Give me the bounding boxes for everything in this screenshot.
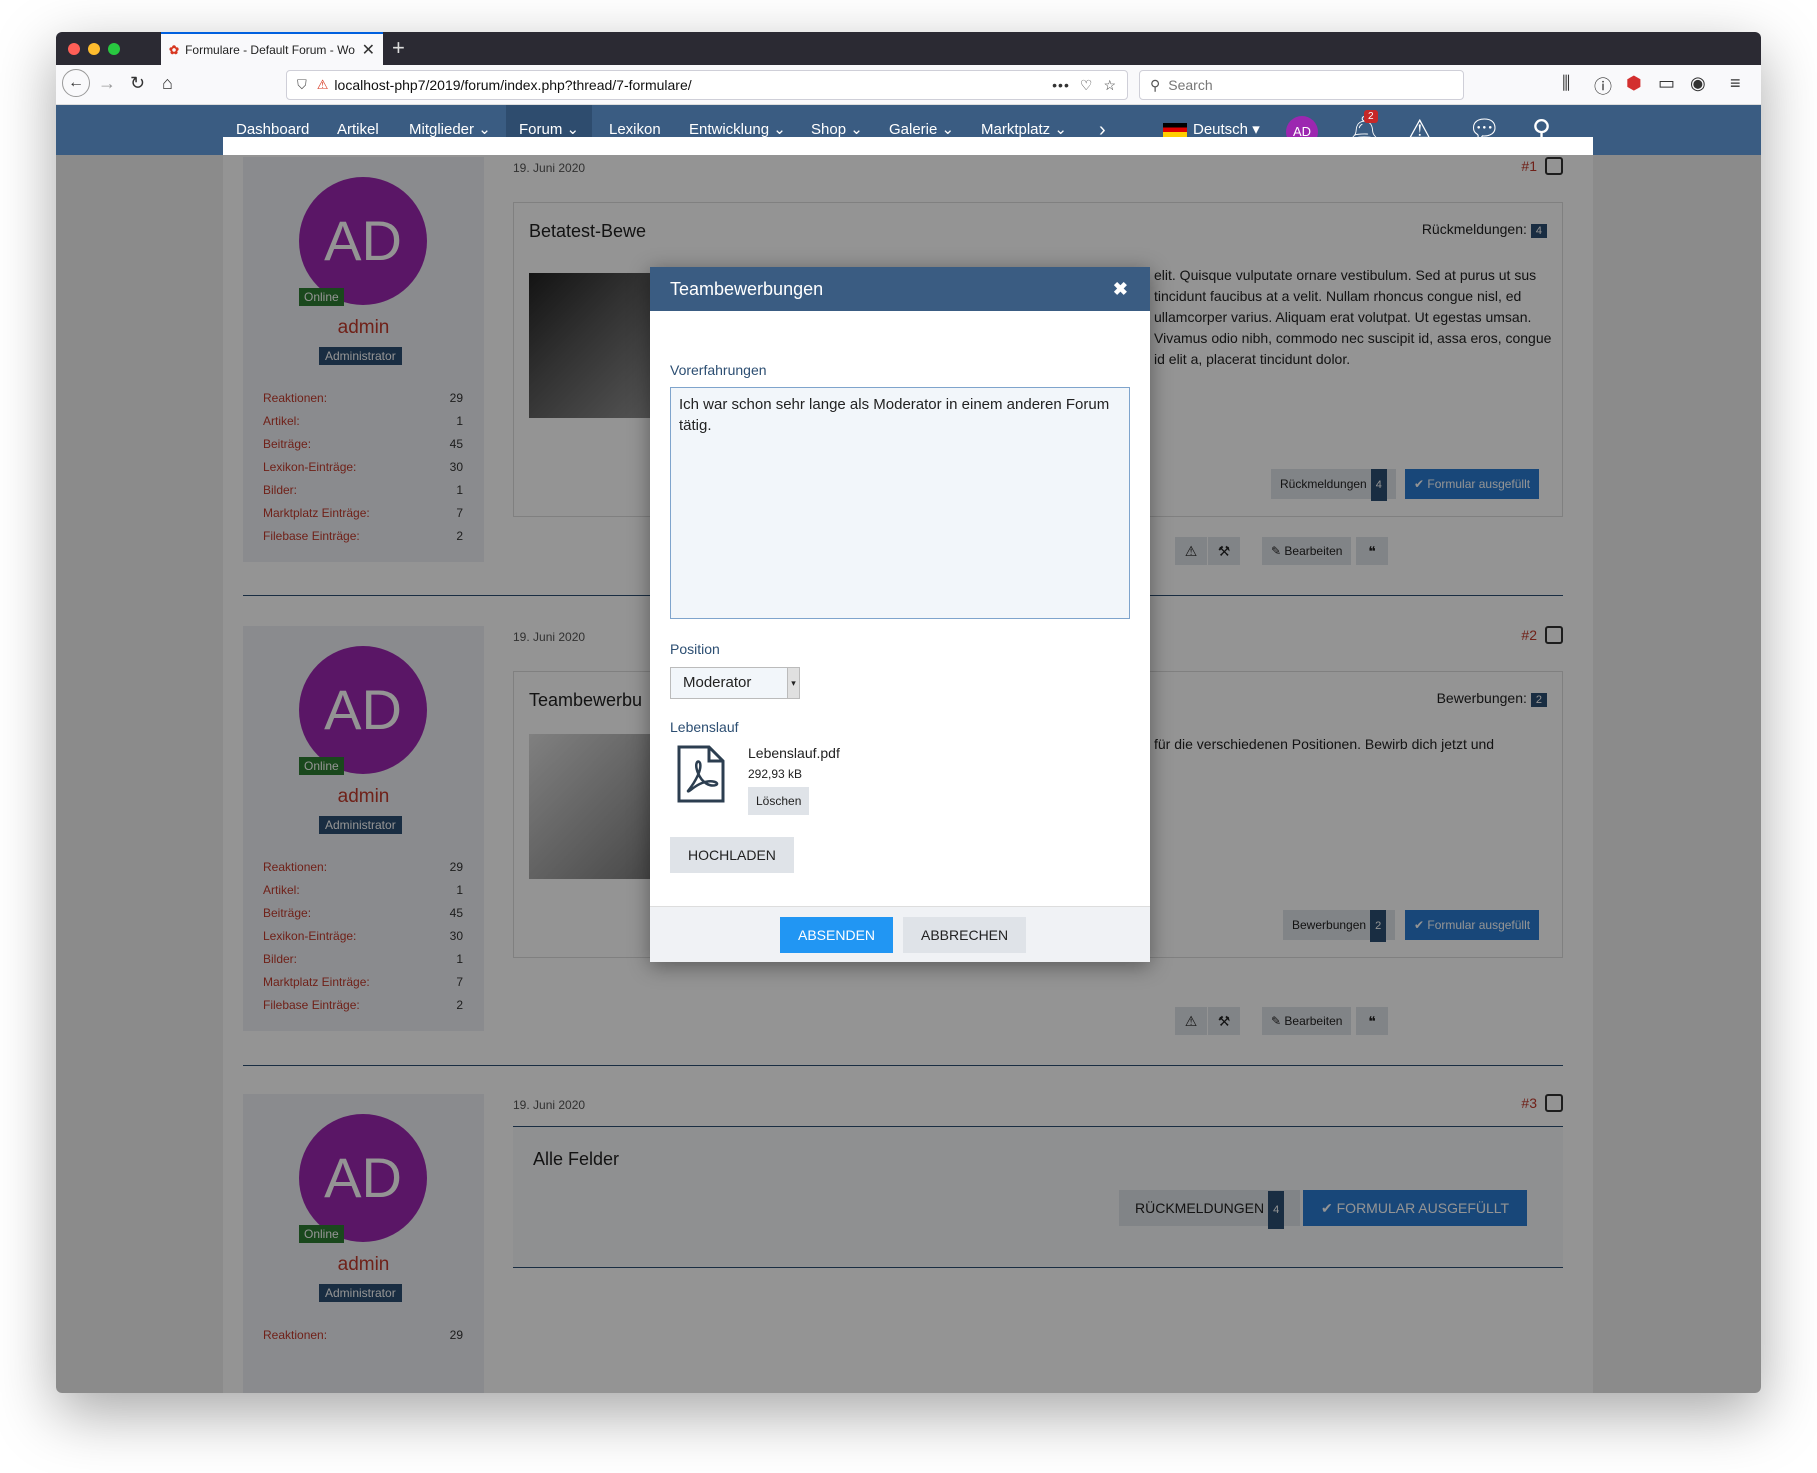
chevron-down-icon: ⌄ [773, 121, 786, 138]
search-icon: ⚲ [1150, 76, 1161, 93]
cv-label: Lebenslauf [670, 719, 739, 735]
home-icon[interactable]: ⌂ [162, 73, 173, 94]
close-window-button[interactable] [68, 43, 80, 55]
position-label: Position [670, 641, 720, 657]
chevron-down-icon: ⌄ [941, 121, 955, 138]
dialog-footer: ABSENDEN ABBRECHEN [650, 906, 1150, 962]
delete-file-button[interactable]: Löschen [748, 787, 810, 815]
account-icon[interactable]: ◉ [1690, 73, 1706, 94]
experience-label: Vorerfahrungen [670, 362, 767, 378]
reload-icon[interactable]: ↻ [130, 73, 145, 94]
close-tab-icon[interactable]: ✕ [362, 40, 375, 60]
back-icon[interactable]: ← [62, 69, 90, 97]
pdf-file-icon [677, 745, 725, 803]
menu-icon[interactable]: ≡ [1730, 73, 1741, 94]
submit-button[interactable]: ABSENDEN [780, 917, 894, 953]
browser-tab[interactable]: ✿ Formulare - Default Forum - Wo ✕ [161, 32, 383, 65]
browser-window: ✿ Formulare - Default Forum - Wo ✕ + ← →… [56, 32, 1761, 1393]
url-text: localhost-php7/2019/forum/index.php?thre… [334, 77, 692, 93]
chevron-down-icon: ▾ [787, 668, 799, 698]
nav-forum-label: Forum [519, 121, 563, 138]
nav-galerie-label: Galerie [889, 121, 938, 138]
bookmark-star-icon[interactable]: ☆ [1103, 77, 1117, 94]
browser-toolbar: ← → ↻ ⌂ ⛉ ⚠ localhost-php7/2019/forum/in… [56, 65, 1761, 105]
new-tab-icon[interactable]: + [392, 35, 405, 61]
nav-entwicklung-label: Entwicklung [689, 121, 770, 138]
pocket-icon[interactable]: ♡ [1080, 77, 1094, 94]
position-select[interactable]: Moderator ▾ [670, 667, 800, 699]
forum-page: Dashboard Artikel Mitglieder ⌄ Forum ⌄ L… [56, 105, 1761, 1393]
forward-icon[interactable]: → [98, 73, 116, 94]
chevron-down-icon: ⌄ [1054, 121, 1067, 138]
notification-count: 2 [1364, 110, 1378, 123]
experience-textarea[interactable]: Ich war schon sehr lange als Moderator i… [670, 387, 1130, 619]
info-icon[interactable]: ⓘ [1594, 73, 1612, 99]
language-label: Deutsch [1193, 121, 1249, 138]
maximize-window-button[interactable] [108, 43, 120, 55]
insecure-icon: ⚠ [316, 77, 329, 92]
sidebar-icon[interactable]: ▭ [1658, 73, 1675, 94]
chevron-down-icon: ⌄ [566, 121, 580, 138]
chevron-down-icon: ⌄ [478, 121, 491, 138]
tab-title: Formulare - Default Forum - Wo [185, 42, 355, 57]
address-bar[interactable]: ⛉ ⚠ localhost-php7/2019/forum/index.php?… [286, 70, 1128, 100]
library-icon[interactable]: ⫼ [1562, 73, 1570, 94]
dialog-title: Teambewerbungen [670, 279, 824, 299]
file-size: 292,93 kB [748, 767, 803, 781]
favicon-icon: ✿ [169, 42, 180, 57]
search-bar[interactable]: ⚲ Search [1139, 70, 1464, 100]
minimize-window-button[interactable] [88, 43, 100, 55]
dialog-header: Teambewerbungen ✖ [650, 267, 1150, 311]
adblock-icon[interactable]: ⬢ [1626, 73, 1642, 94]
file-name[interactable]: Lebenslauf.pdf [748, 745, 840, 761]
more-icon[interactable]: ••• [1052, 77, 1070, 93]
chevron-down-icon: ⌄ [850, 121, 863, 138]
nav-mitglieder-label: Mitglieder [409, 121, 475, 138]
title-bar: ✿ Formulare - Default Forum - Wo ✕ + [56, 32, 1761, 65]
cancel-button[interactable]: ABBRECHEN [903, 917, 1027, 953]
german-flag-icon [1163, 123, 1187, 138]
search-placeholder: Search [1168, 77, 1213, 93]
close-icon[interactable]: ✖ [1113, 267, 1128, 311]
nav-marktplatz-label: Marktplatz [981, 121, 1051, 138]
application-dialog: Teambewerbungen ✖ Vorerfahrungen Ich war… [650, 267, 1150, 962]
position-select-value: Moderator [683, 674, 752, 691]
shield-icon: ⛉ [297, 77, 307, 92]
nav-shop-label: Shop [811, 121, 847, 138]
upload-button[interactable]: HOCHLADEN [670, 837, 794, 873]
